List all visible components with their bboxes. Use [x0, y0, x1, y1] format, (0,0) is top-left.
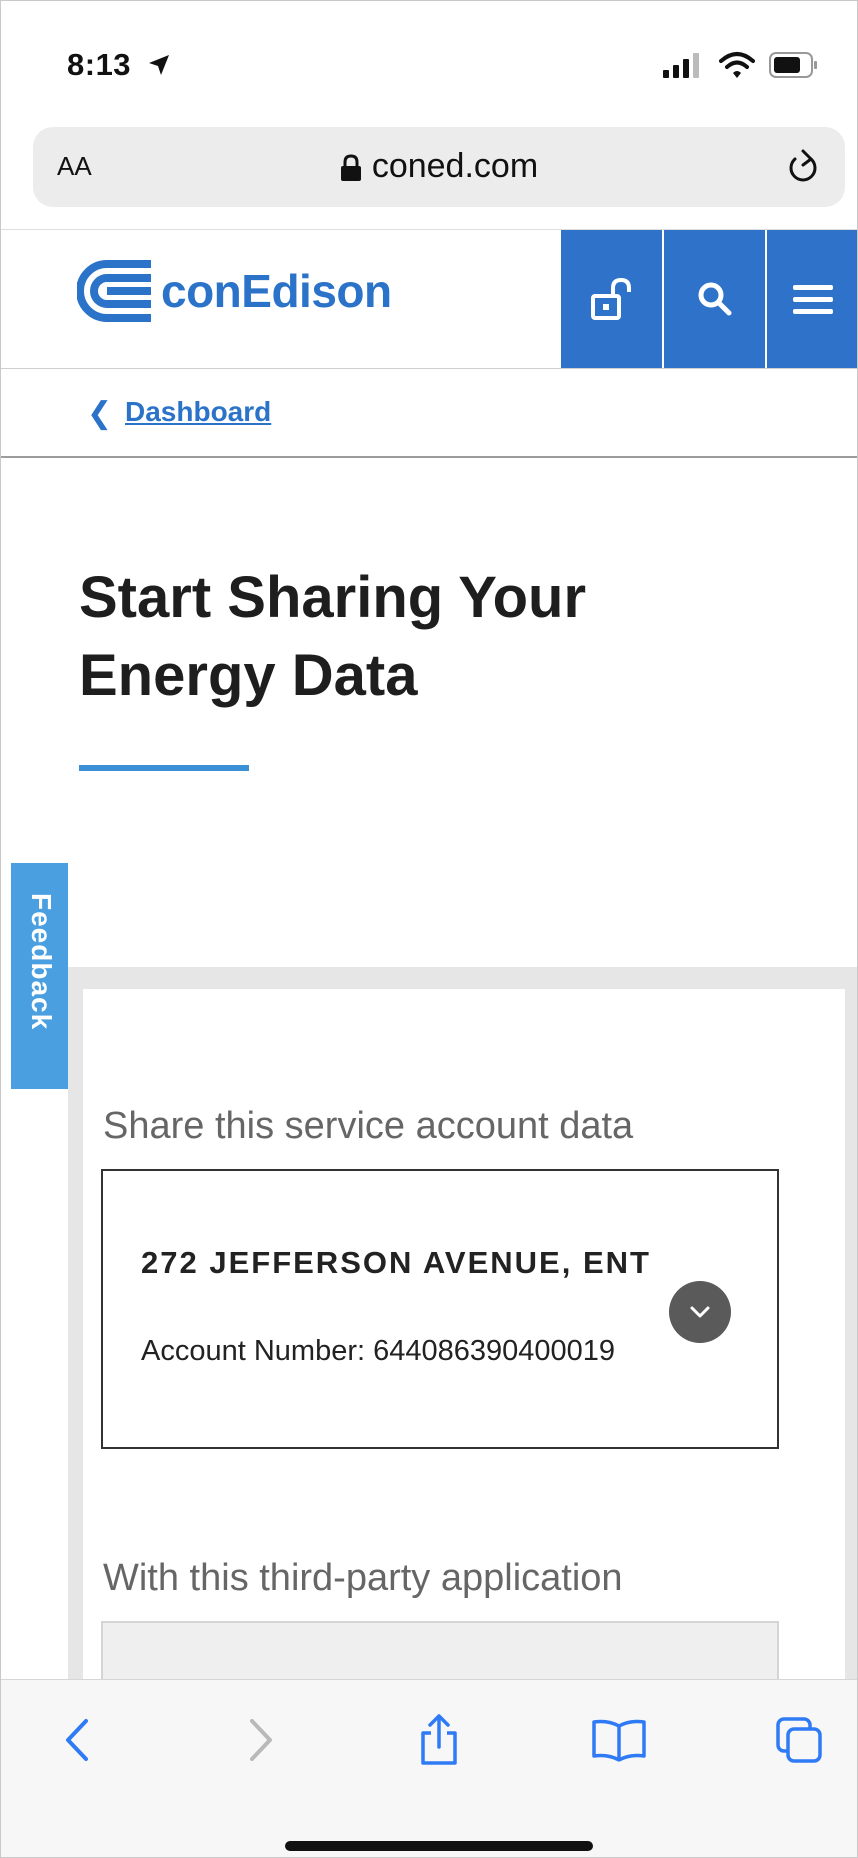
- menu-icon: [793, 285, 833, 314]
- share-button[interactable]: [409, 1710, 469, 1770]
- bookmarks-button[interactable]: [589, 1710, 649, 1770]
- breadcrumb-dashboard-link[interactable]: Dashboard: [125, 396, 271, 428]
- forward-icon: [250, 1719, 272, 1761]
- browser-toolbar: [1, 1679, 857, 1857]
- breadcrumb: ❮ Dashboard: [1, 368, 857, 458]
- search-icon: [698, 282, 731, 316]
- location-arrow-icon: [149, 55, 169, 75]
- bookmarks-icon: [592, 1719, 646, 1762]
- url-field[interactable]: coned.com: [33, 147, 845, 186]
- chevron-down-icon: [690, 1306, 710, 1318]
- account-select[interactable]: 272 JEFFERSON AVENUE, ENT Account Number…: [101, 1169, 779, 1449]
- status-bar: 8:13: [1, 1, 857, 111]
- login-button[interactable]: [561, 230, 662, 368]
- forward-button[interactable]: [231, 1710, 291, 1770]
- wifi-icon: [719, 52, 755, 78]
- lock-icon: [340, 154, 361, 182]
- back-icon: [66, 1719, 88, 1761]
- address-bar[interactable]: AA coned.com: [33, 127, 845, 207]
- cellular-signal-icon: [663, 53, 699, 78]
- application-section-label: With this third-party application: [103, 1557, 623, 1599]
- account-number: Account Number: 644086390400019: [141, 1335, 616, 1367]
- status-indicators: [661, 51, 819, 79]
- conedison-logo-mark: [77, 260, 151, 322]
- logo-text: conEdison: [161, 265, 392, 317]
- application-select[interactable]: [101, 1621, 779, 1683]
- account-section-label: Share this service account data: [103, 1105, 634, 1147]
- home-indicator[interactable]: [285, 1841, 593, 1851]
- status-time: 8:13: [67, 47, 132, 82]
- back-button[interactable]: [47, 1710, 107, 1770]
- feedback-label: Feedback: [26, 893, 57, 1031]
- search-button[interactable]: [664, 230, 765, 368]
- account-address: 272 JEFFERSON AVENUE, ENT: [141, 1245, 651, 1280]
- tabs-button[interactable]: [769, 1710, 829, 1770]
- url-text: coned.com: [371, 147, 539, 185]
- conedison-logo[interactable]: conEdison: [77, 260, 392, 322]
- reload-icon[interactable]: [785, 147, 821, 187]
- login-lock-icon: [590, 277, 631, 320]
- account-dropdown-button[interactable]: [669, 1281, 731, 1343]
- share-icon: [421, 1714, 457, 1765]
- tabs-icon: [776, 1717, 822, 1763]
- feedback-tab[interactable]: Feedback: [11, 863, 68, 1089]
- title-underline: [79, 765, 249, 771]
- page-title: Start Sharing Your Energy Data: [79, 565, 587, 708]
- site-header: conEdison: [1, 229, 857, 369]
- screen: 8:13 AA coned.com conEdison ❮ Dashboard …: [0, 0, 858, 1858]
- chevron-left-icon: ❮: [87, 397, 113, 430]
- menu-button[interactable]: [767, 230, 857, 368]
- battery-icon: [769, 52, 817, 78]
